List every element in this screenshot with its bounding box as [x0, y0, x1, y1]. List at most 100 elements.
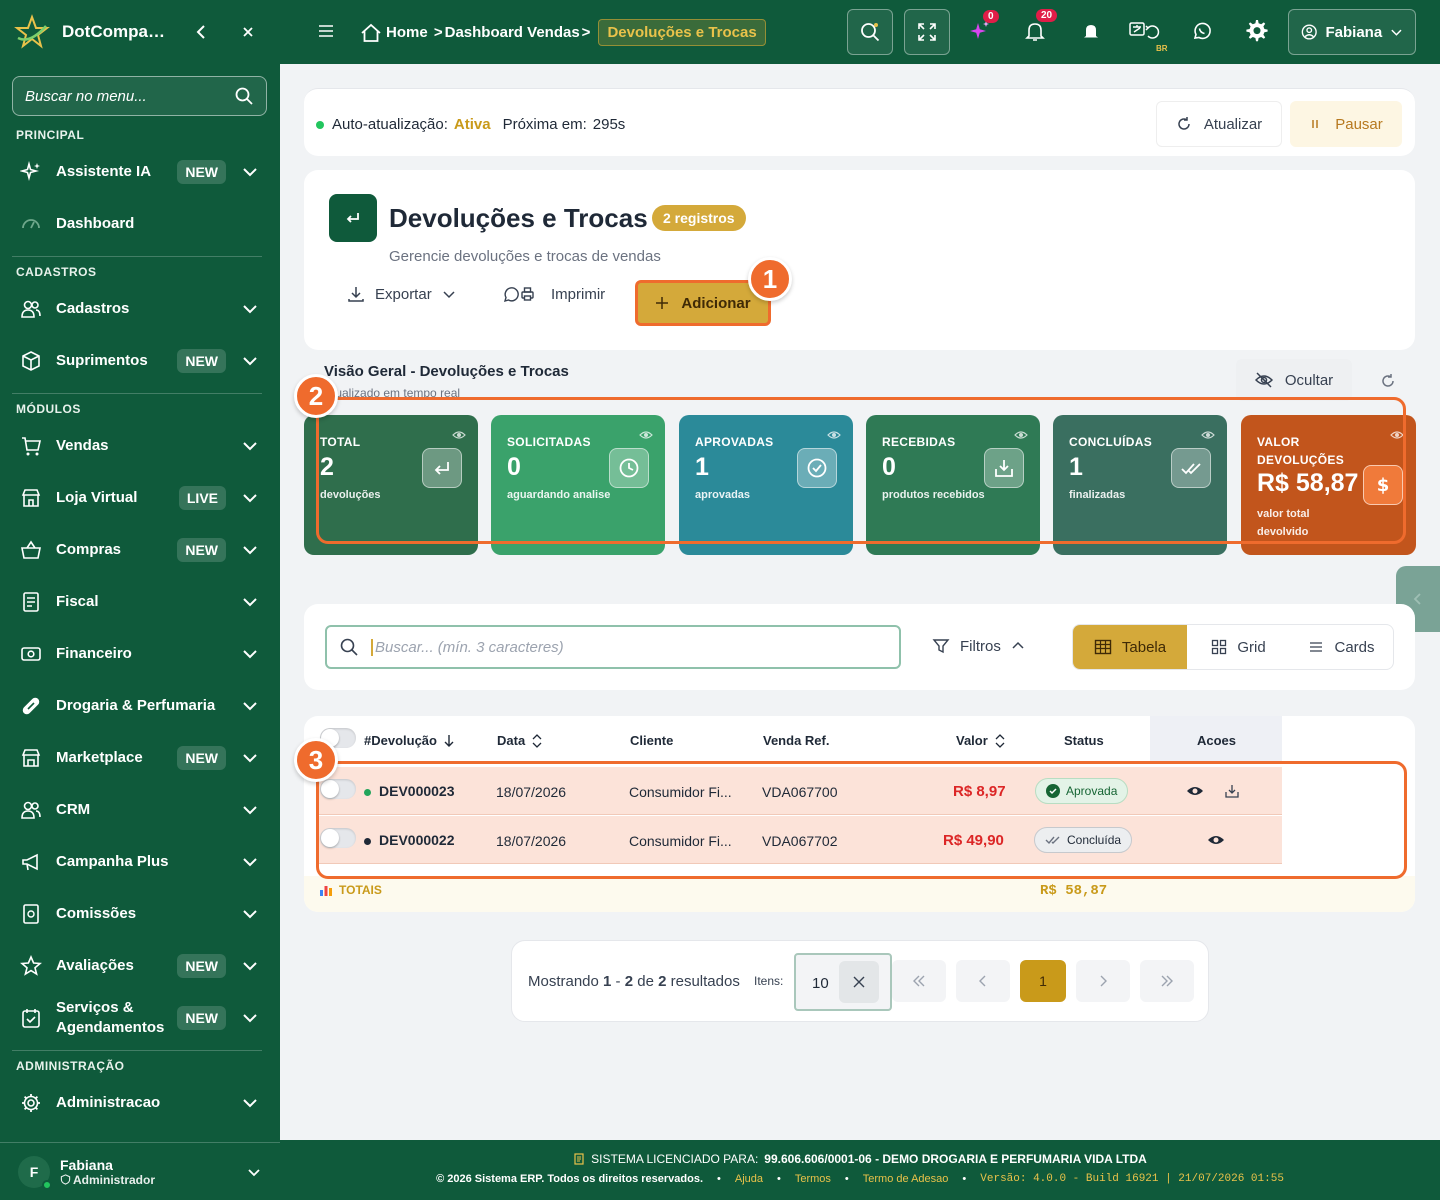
eye-icon[interactable] — [1014, 428, 1028, 442]
sidebar-item-campanha-plus[interactable]: Campanha Plus — [0, 836, 280, 888]
view-table-button[interactable]: Tabela — [1073, 625, 1187, 669]
menu-search-input[interactable] — [25, 87, 234, 105]
first-page-button[interactable] — [892, 960, 946, 1002]
global-search-button[interactable] — [847, 9, 893, 55]
eye-icon[interactable] — [827, 428, 841, 442]
sidebar-item-financeiro[interactable]: Financeiro — [0, 628, 280, 680]
terms-link[interactable]: Termos — [795, 1173, 831, 1185]
alert-bell-icon[interactable] — [1080, 20, 1102, 42]
sidebar-item-cadastros[interactable]: Cadastros — [0, 283, 280, 335]
eye-icon[interactable] — [639, 428, 653, 442]
current-page-button[interactable]: 1 — [1020, 960, 1066, 1002]
close-icon[interactable] — [240, 24, 256, 40]
pill-icon — [22, 697, 40, 715]
auto-refresh-state: Ativa — [453, 116, 491, 133]
hide-overview-button[interactable]: Ocultar — [1236, 359, 1352, 401]
inbox-download-icon — [995, 460, 1013, 477]
whatsapp-icon[interactable] — [1191, 20, 1213, 42]
auto-refresh-label: Auto-atualização: — [332, 116, 448, 133]
column-header-valor[interactable]: Valor — [956, 733, 1006, 748]
table-row[interactable]: DEV000022 18/07/2026 Consumidor Fi... VD… — [316, 816, 1282, 864]
page-title: Devoluções e Trocas — [389, 203, 648, 233]
user-menu-button[interactable]: Fabiana — [1288, 9, 1416, 55]
view-cards-button[interactable]: Cards — [1290, 625, 1393, 669]
column-header-data[interactable]: Data — [497, 733, 543, 748]
refresh-icon[interactable] — [1380, 373, 1396, 389]
breadcrumb-dashboard-vendas[interactable]: Dashboard Vendas — [445, 24, 580, 41]
sidebar-item-vendas[interactable]: Vendas — [0, 420, 280, 472]
next-page-button[interactable] — [1076, 960, 1130, 1002]
breadcrumb-separator: > — [581, 24, 591, 41]
chevron-down-icon — [243, 754, 257, 763]
table-row[interactable]: DEV000023 18/07/2026 Consumidor Fi... VD… — [316, 767, 1282, 815]
return-id[interactable]: DEV000023 — [364, 783, 455, 799]
sidebar-item-loja-virtual[interactable]: Loja Virtual LIVE — [0, 472, 280, 524]
column-header-cliente[interactable]: Cliente — [630, 733, 673, 748]
user-profile[interactable]: F Fabiana Administrador — [0, 1142, 280, 1200]
sale-reference[interactable]: VDA067700 — [762, 784, 838, 800]
license-holder: 99.606.606/0001-06 - DEMO DROGARIA E PER… — [764, 1152, 1147, 1166]
translate-icon[interactable] — [1128, 20, 1162, 42]
stat-card-aprovadas[interactable]: APROVADAS 1 aprovadas — [679, 415, 853, 555]
eye-icon[interactable] — [1390, 428, 1404, 442]
sidebar-item-comissoes[interactable]: Comissões — [0, 888, 280, 940]
page-size-select[interactable]: 10 — [794, 953, 892, 1011]
clear-page-size-button[interactable] — [839, 961, 879, 1003]
chevron-down-icon — [243, 442, 257, 451]
sidebar-item-suprimentos[interactable]: Suprimentos NEW — [0, 335, 280, 387]
breadcrumb-home[interactable]: Home — [386, 24, 428, 41]
sidebar-item-administracao[interactable]: Administracao — [0, 1077, 280, 1129]
menu-search[interactable] — [12, 76, 267, 116]
sidebar-item-dashboard[interactable]: Dashboard — [0, 198, 280, 250]
pagination: Mostrando 1 - 2 de 2 resultados Itens: 1… — [511, 940, 1209, 1022]
column-header-devolucao[interactable]: #Devolução — [364, 733, 455, 748]
export-button[interactable]: Exportar — [347, 285, 456, 303]
sidebar-item-assistente-ia[interactable]: Assistente IA NEW — [0, 146, 280, 198]
view-eye-icon[interactable] — [1186, 785, 1204, 797]
sidebar-item-crm[interactable]: CRM — [0, 784, 280, 836]
print-button[interactable]: Imprimir — [503, 285, 605, 303]
fullscreen-button[interactable] — [904, 9, 950, 55]
stat-card-total[interactable]: TOTAL 2 devoluções — [304, 415, 478, 555]
view-grid-button[interactable]: Grid — [1187, 625, 1290, 669]
stat-card-valor-devolucoes[interactable]: VALOR DEVOLUÇÕES R$ 58,87 valor total de… — [1241, 415, 1416, 555]
help-link[interactable]: Ajuda — [735, 1173, 763, 1185]
sidebar-item-fiscal[interactable]: Fiscal — [0, 576, 280, 628]
refresh-button[interactable]: Atualizar — [1156, 101, 1282, 147]
settings-gear-icon[interactable] — [1243, 18, 1269, 44]
sidebar-item-avaliacoes[interactable]: Avaliações NEW — [0, 940, 280, 992]
stat-icon-box — [1171, 448, 1211, 488]
column-header-status[interactable]: Status — [1064, 733, 1104, 748]
add-button-label: Adicionar — [681, 294, 751, 312]
eye-icon[interactable] — [452, 428, 466, 442]
stat-value: R$ 58,87 — [1257, 469, 1359, 497]
grid-icon — [1212, 639, 1227, 655]
receive-download-icon[interactable] — [1224, 783, 1240, 799]
sidebar-item-drogaria-perfumaria[interactable]: Drogaria & Perfumaria — [0, 680, 280, 732]
sidebar-item-compras[interactable]: Compras NEW — [0, 524, 280, 576]
sidebar-item-marketplace[interactable]: Marketplace NEW — [0, 732, 280, 784]
bell-icon[interactable] — [1024, 20, 1046, 42]
stat-card-recebidas[interactable]: RECEBIDAS 0 produtos recebidos — [866, 415, 1040, 555]
pause-button[interactable]: Pausar — [1290, 101, 1402, 147]
stat-card-solicitadas[interactable]: SOLICITADAS 0 aguardando analise — [491, 415, 665, 555]
return-id[interactable]: DEV000022 — [364, 832, 455, 848]
column-header-venda-ref[interactable]: Venda Ref. — [763, 733, 829, 748]
stat-card-concluidas[interactable]: CONCLUÍDAS 1 finalizadas — [1053, 415, 1227, 555]
records-search[interactable] — [325, 625, 901, 669]
sidebar-item-servicos-agendamentos[interactable]: Serviços & Agendamentos NEW — [0, 992, 280, 1044]
adhesion-terms-link[interactable]: Termo de Adesao — [863, 1173, 949, 1185]
row-select-toggle[interactable] — [320, 779, 356, 799]
records-search-input[interactable] — [371, 638, 887, 656]
sale-reference[interactable]: VDA067702 — [762, 833, 838, 849]
row-select-toggle[interactable] — [320, 828, 356, 848]
previous-page-button[interactable] — [956, 960, 1010, 1002]
menu-icon[interactable] — [317, 22, 335, 40]
home-icon[interactable] — [360, 22, 382, 44]
ai-sparkle-icon[interactable] — [968, 20, 990, 42]
eye-icon[interactable] — [1201, 428, 1215, 442]
filters-toggle[interactable]: Filtros — [932, 637, 1025, 655]
view-eye-icon[interactable] — [1207, 834, 1225, 846]
collapse-sidebar-icon[interactable] — [192, 22, 212, 42]
last-page-button[interactable] — [1140, 960, 1194, 1002]
